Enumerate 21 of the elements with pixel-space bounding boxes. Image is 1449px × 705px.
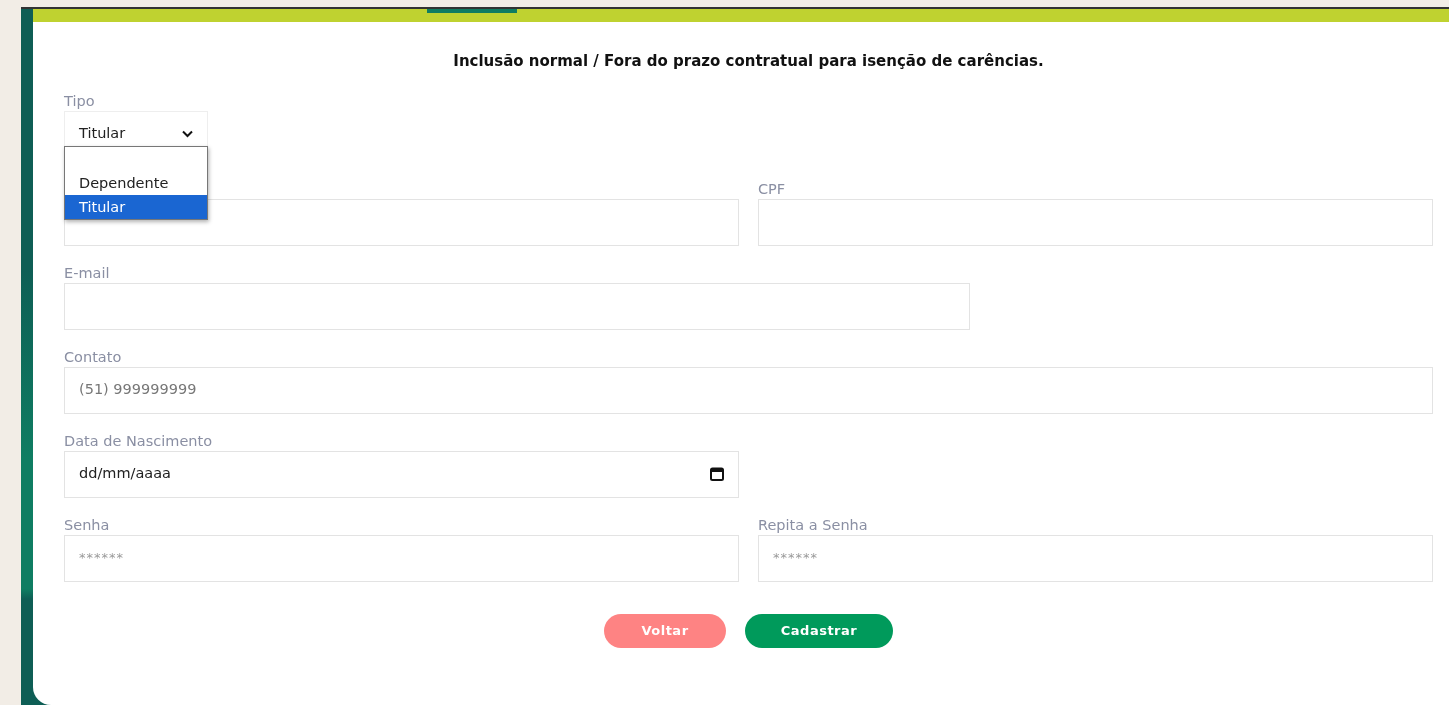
dropdown-option[interactable]: Titular (65, 195, 207, 219)
field-label: Contato (64, 347, 123, 367)
field-label: E-mail (64, 263, 111, 283)
chevron-icon (182, 129, 193, 138)
field-label: CPF (758, 179, 787, 199)
password-field[interactable]: ****** (64, 534, 739, 582)
input-field[interactable] (758, 198, 1433, 246)
password-field[interactable]: ****** (758, 534, 1433, 582)
dropdown-option[interactable]: Dependente (65, 171, 207, 195)
calendar-icon[interactable] (710, 467, 724, 481)
input-field[interactable]: (51) 999999999 (64, 366, 1433, 414)
field-label: Data de Nascimento (64, 431, 214, 451)
date-field[interactable]: dd/mm/aaaa (64, 450, 739, 498)
field-label: Tipo (64, 91, 96, 111)
back-button[interactable]: Voltar (604, 613, 726, 648)
input-field[interactable] (64, 198, 739, 246)
form-heading: Inclusão normal / Fora do prazo contratual para isenção de carências. (452, 51, 1045, 72)
submit-button[interactable]: Cadastrar (745, 613, 893, 648)
field-label: Senha (64, 515, 111, 535)
field-label: Repita a Senha (758, 515, 869, 535)
input-field[interactable] (64, 282, 970, 330)
